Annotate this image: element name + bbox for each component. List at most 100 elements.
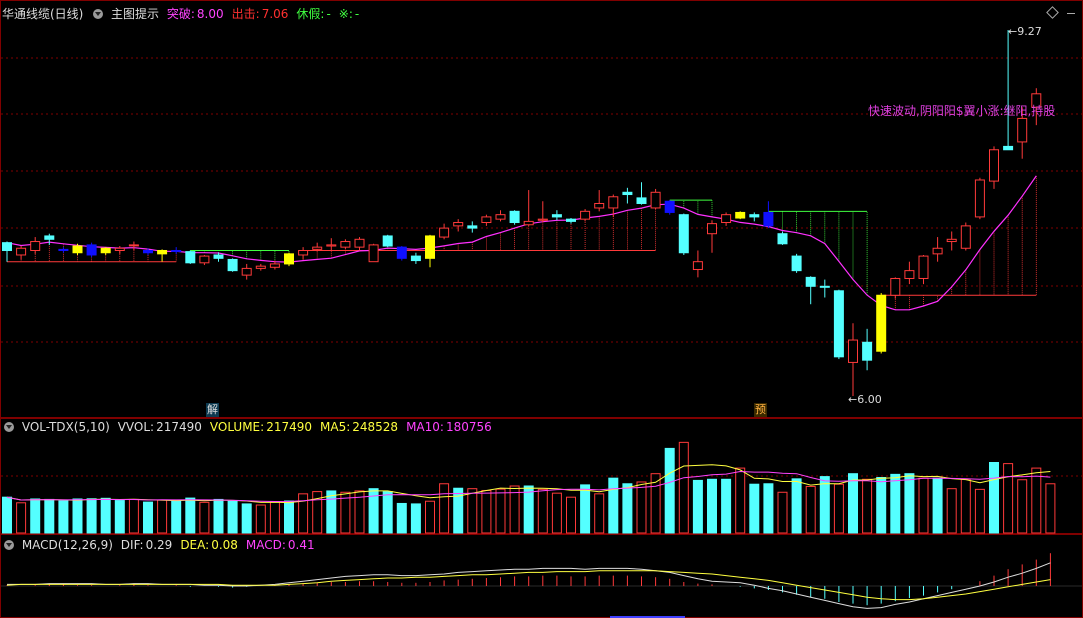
candle-body bbox=[185, 251, 196, 264]
candle-body bbox=[30, 241, 41, 251]
volume-bar bbox=[326, 490, 337, 534]
candle-body bbox=[763, 211, 774, 227]
volume-bar bbox=[636, 481, 647, 534]
volume-bar bbox=[692, 479, 703, 534]
candle-body bbox=[678, 214, 689, 254]
candle-body bbox=[312, 246, 323, 250]
volume-bar bbox=[608, 477, 619, 534]
volume-bar bbox=[523, 485, 534, 534]
signal-annotation: 快速波动,阴阳阳$翼小涨:继阳,持股 bbox=[868, 104, 1056, 118]
vol-item-value: 180756 bbox=[445, 420, 492, 434]
macd-item-2: MACD: 0.41 bbox=[246, 538, 319, 552]
candle-body bbox=[241, 267, 252, 276]
candle-body bbox=[890, 277, 901, 296]
macd-item-0: DIF: 0.29 bbox=[121, 538, 177, 552]
candle-body bbox=[382, 235, 393, 247]
indicator-menu-icon[interactable] bbox=[93, 9, 104, 19]
volume-bar bbox=[763, 483, 774, 534]
volume-bar bbox=[1017, 479, 1028, 534]
candle-body bbox=[805, 276, 816, 287]
volume-bar bbox=[678, 441, 689, 534]
volume-bar bbox=[721, 478, 732, 534]
main-item-3: ※: - bbox=[339, 7, 363, 21]
candle-body bbox=[199, 255, 210, 264]
volume-bar bbox=[580, 484, 591, 534]
candle-body bbox=[16, 247, 27, 256]
volume-bar bbox=[284, 500, 294, 534]
vol-menu-icon[interactable] bbox=[4, 422, 14, 432]
vol-item-label: VVOL: bbox=[117, 420, 155, 434]
volume-bar bbox=[58, 500, 69, 534]
tag-yu[interactable]: 预 bbox=[754, 403, 767, 417]
stock-name[interactable]: 华通线缆(日线) bbox=[2, 7, 83, 21]
candle-body bbox=[650, 191, 661, 209]
macd-item-label: DIF: bbox=[120, 538, 144, 552]
macd-title[interactable]: MACD(12,26,9) bbox=[22, 538, 113, 552]
candle-body bbox=[636, 197, 647, 204]
candle-body bbox=[791, 255, 802, 272]
macd-item-1: DEA: 0.08 bbox=[180, 538, 242, 552]
volume-bar bbox=[185, 497, 196, 534]
collapse-icon[interactable] bbox=[1067, 13, 1075, 14]
candle-body bbox=[368, 244, 379, 263]
volume-bar bbox=[199, 501, 210, 534]
macd-indicator-values: DIF: 0.29 DEA: 0.08 MACD: 0.41 bbox=[121, 538, 323, 552]
chart-canvas[interactable] bbox=[0, 0, 1083, 618]
candle-body bbox=[974, 179, 985, 218]
volume-bar bbox=[157, 499, 168, 534]
vol-item-value: 217490 bbox=[156, 420, 202, 434]
volume-bar bbox=[128, 498, 139, 534]
volume-bar bbox=[2, 496, 12, 534]
candle-body bbox=[918, 255, 929, 279]
volume-bar bbox=[551, 492, 562, 534]
candle-body bbox=[213, 254, 224, 259]
chart-stage[interactable]: 华通线缆(日线) 主图提示 突破: 8.00 出击: 7.06 休假: - ※: - ←9.2… bbox=[0, 0, 1083, 618]
volume-bar bbox=[1045, 483, 1056, 534]
volume-bar bbox=[904, 473, 915, 534]
candle-body bbox=[819, 285, 830, 288]
candle-body bbox=[72, 245, 83, 254]
vol-title[interactable]: VOL-TDX(5,10) bbox=[22, 420, 110, 434]
vol-item-value: 248528 bbox=[352, 420, 399, 434]
candle-body bbox=[396, 246, 407, 259]
candle-body bbox=[777, 233, 788, 245]
main-item-label: 休假: bbox=[296, 7, 325, 21]
vol-item-label: VOLUME: bbox=[209, 420, 265, 434]
candle-body bbox=[481, 216, 492, 224]
candle-body bbox=[735, 211, 746, 219]
macd-item-value: 0.41 bbox=[287, 538, 315, 552]
volume-bar bbox=[932, 477, 943, 534]
tag-jie[interactable]: 解 bbox=[206, 403, 219, 417]
macd-item-label: DEA: bbox=[180, 538, 210, 552]
vol-item-value: 217490 bbox=[266, 420, 312, 434]
ma-line bbox=[6, 175, 1037, 311]
vol-indicator-values: VVOL: 217490 VOLUME: 217490 MA5: 248528 MA10: 1… bbox=[118, 420, 500, 434]
volume-bar bbox=[16, 502, 27, 534]
candle-body bbox=[848, 339, 858, 363]
candle-body bbox=[946, 238, 957, 243]
candle-body bbox=[537, 218, 548, 221]
candle-body bbox=[58, 248, 69, 251]
volume-bar bbox=[735, 467, 746, 534]
volume-bar bbox=[410, 503, 421, 534]
volume-bar bbox=[890, 473, 901, 534]
candle-body bbox=[833, 290, 844, 358]
candle-body bbox=[1003, 145, 1014, 151]
volume-bar bbox=[819, 476, 830, 534]
candle-body bbox=[114, 247, 125, 251]
volume-bar bbox=[862, 478, 873, 534]
volume-bar bbox=[876, 476, 887, 534]
macd-item-label: MACD: bbox=[245, 538, 286, 552]
volume-bar bbox=[664, 447, 675, 534]
volume-bar bbox=[439, 483, 450, 534]
macd-menu-icon[interactable] bbox=[4, 540, 14, 550]
volume-bar bbox=[396, 502, 407, 534]
vol-item-0: VVOL: 217490 bbox=[118, 420, 206, 434]
candle-body bbox=[439, 227, 450, 238]
low-price-label: ←6.00 bbox=[848, 393, 882, 406]
volume-bar bbox=[566, 496, 576, 534]
volume-bar bbox=[622, 483, 633, 534]
volume-bar bbox=[86, 498, 97, 534]
volume-bar bbox=[495, 488, 506, 534]
indicator-name[interactable]: 主图提示 bbox=[111, 7, 159, 21]
